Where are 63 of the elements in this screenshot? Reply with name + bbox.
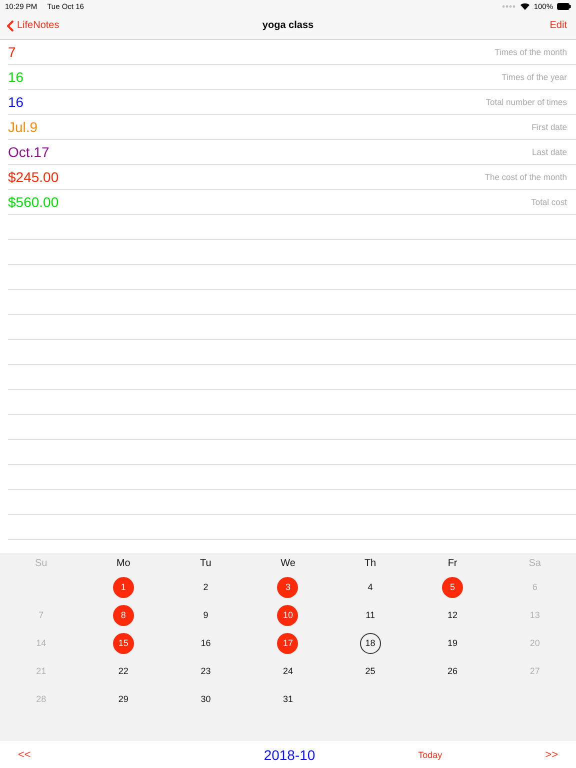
calendar-day[interactable]: 30 [195,688,216,710]
calendar-day[interactable]: 12 [442,604,464,626]
stat-label: Times of the month [494,47,567,57]
calendar-day[interactable]: 28 [30,688,52,710]
stat-value: $245.00 [8,169,59,185]
stat-value: $560.00 [8,194,59,210]
calendar-day[interactable]: 17 [277,632,298,654]
calendar-day[interactable]: 13 [524,604,546,626]
stat-value: 7 [8,44,16,60]
month-label: 2018-10 [264,746,316,762]
stat-label: Last date [532,147,567,157]
calendar-day[interactable]: 10 [277,604,298,626]
weekday-label: Th [364,558,376,568]
stat-label: Total number of times [486,97,567,107]
calendar-day[interactable]: 8 [112,604,134,626]
stat-value: 16 [8,69,24,85]
calendar-day[interactable]: 20 [524,632,546,654]
calendar-day[interactable]: 2 [195,576,216,598]
next-month-button[interactable]: >> [545,748,558,760]
calendar-day[interactable]: 21 [30,660,52,682]
calendar-day[interactable]: 23 [195,660,216,682]
calendar-day[interactable]: 5 [442,576,464,598]
calendar-day[interactable]: 9 [195,604,216,626]
weekday-label: Tu [200,558,212,568]
calendar-day[interactable]: 16 [195,632,216,654]
calendar-day[interactable]: 15 [112,632,134,654]
calendar-day[interactable]: 11 [360,604,381,626]
calendar-day[interactable]: 18 [360,632,381,654]
stat-label: The cost of the month [484,172,567,182]
stat-label: Total cost [531,197,567,207]
calendar-day[interactable]: 7 [30,604,52,626]
calendar-day[interactable]: 27 [524,660,546,682]
wifi-icon [520,2,530,10]
calendar-day[interactable]: 29 [112,688,134,710]
previous-month-button[interactable]: << [18,748,31,760]
calendar-day[interactable]: 19 [442,632,464,654]
nav-title: yoga class [262,20,314,31]
stat-value: 16 [8,94,24,110]
stat-label: First date [532,122,567,132]
stat-label: Times of the year [502,72,567,82]
weekday-label: Mo [116,558,130,568]
calendar-day[interactable]: 3 [277,576,298,598]
battery-icon [557,2,571,10]
weekday-label: Fr [448,558,458,568]
calendar-day[interactable]: 24 [277,660,298,682]
back-button[interactable]: LifeNotes [7,20,60,32]
today-button[interactable]: Today [418,750,442,760]
calendar-day[interactable]: 6 [524,576,546,598]
signal-icon [502,4,516,8]
calendar-day[interactable]: 31 [277,688,298,710]
chevron-left-icon [7,20,14,32]
calendar-day[interactable]: 26 [442,660,464,682]
edit-button[interactable]: Edit [550,20,567,31]
calendar-day[interactable]: 22 [112,660,134,682]
calendar-day[interactable]: 25 [360,660,381,682]
stat-value: Jul.9 [8,119,38,135]
weekday-label: Su [35,558,48,568]
weekday-label: Sa [528,558,541,568]
weekday-label: We [280,558,296,568]
calendar-day[interactable]: 4 [360,576,381,598]
calendar-day[interactable]: 14 [30,632,52,654]
calendar-day[interactable]: 1 [112,576,134,598]
stat-value: Oct.17 [8,144,50,160]
